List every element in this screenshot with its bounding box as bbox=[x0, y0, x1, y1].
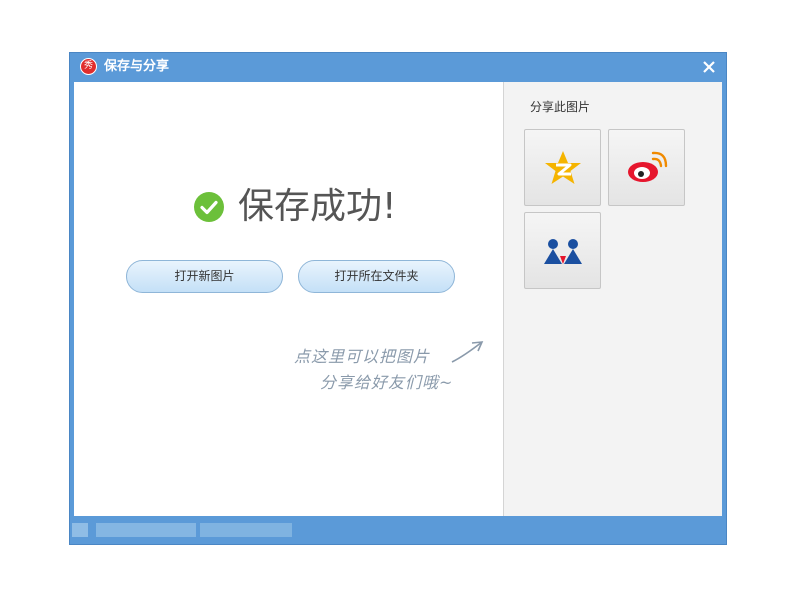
share-panel-title: 分享此图片 bbox=[530, 100, 591, 114]
share-hint-line2: 分享给好友们哦~ bbox=[320, 373, 454, 392]
success-text: 保存成功! bbox=[238, 186, 397, 227]
save-share-dialog: 秀 保存与分享 保存成功! 打开新图片 打开所在文件夹 点这里可以把图片 分享给… bbox=[69, 52, 727, 545]
share-renren-button[interactable] bbox=[524, 212, 601, 289]
share-hint-line1: 点这里可以把图片 bbox=[294, 347, 431, 366]
close-button[interactable] bbox=[698, 56, 720, 78]
share-hint: 点这里可以把图片 分享给好友们哦~ bbox=[294, 344, 453, 396]
status-bar bbox=[70, 517, 726, 544]
qzone-icon bbox=[544, 150, 581, 184]
share-panel: 分享此图片 bbox=[503, 82, 722, 516]
share-weibo-button[interactable] bbox=[608, 129, 685, 206]
close-icon bbox=[703, 61, 715, 73]
share-qzone-button[interactable] bbox=[524, 129, 601, 206]
success-check-icon bbox=[194, 192, 224, 222]
weibo-icon bbox=[627, 151, 667, 182]
hint-arrow-icon bbox=[451, 341, 484, 363]
dialog-title: 保存与分享 bbox=[104, 59, 170, 74]
app-logo-icon: 秀 bbox=[80, 58, 97, 75]
dialog-content: 保存成功! 打开新图片 打开所在文件夹 点这里可以把图片 分享给好友们哦~ 分享… bbox=[74, 82, 722, 516]
success-message: 保存成功! bbox=[194, 184, 396, 230]
renren-icon bbox=[543, 238, 582, 264]
title-bar: 秀 保存与分享 bbox=[70, 53, 726, 82]
open-new-image-button[interactable]: 打开新图片 bbox=[126, 260, 283, 293]
result-pane: 保存成功! 打开新图片 打开所在文件夹 点这里可以把图片 分享给好友们哦~ bbox=[74, 82, 503, 516]
open-folder-button[interactable]: 打开所在文件夹 bbox=[298, 260, 455, 293]
